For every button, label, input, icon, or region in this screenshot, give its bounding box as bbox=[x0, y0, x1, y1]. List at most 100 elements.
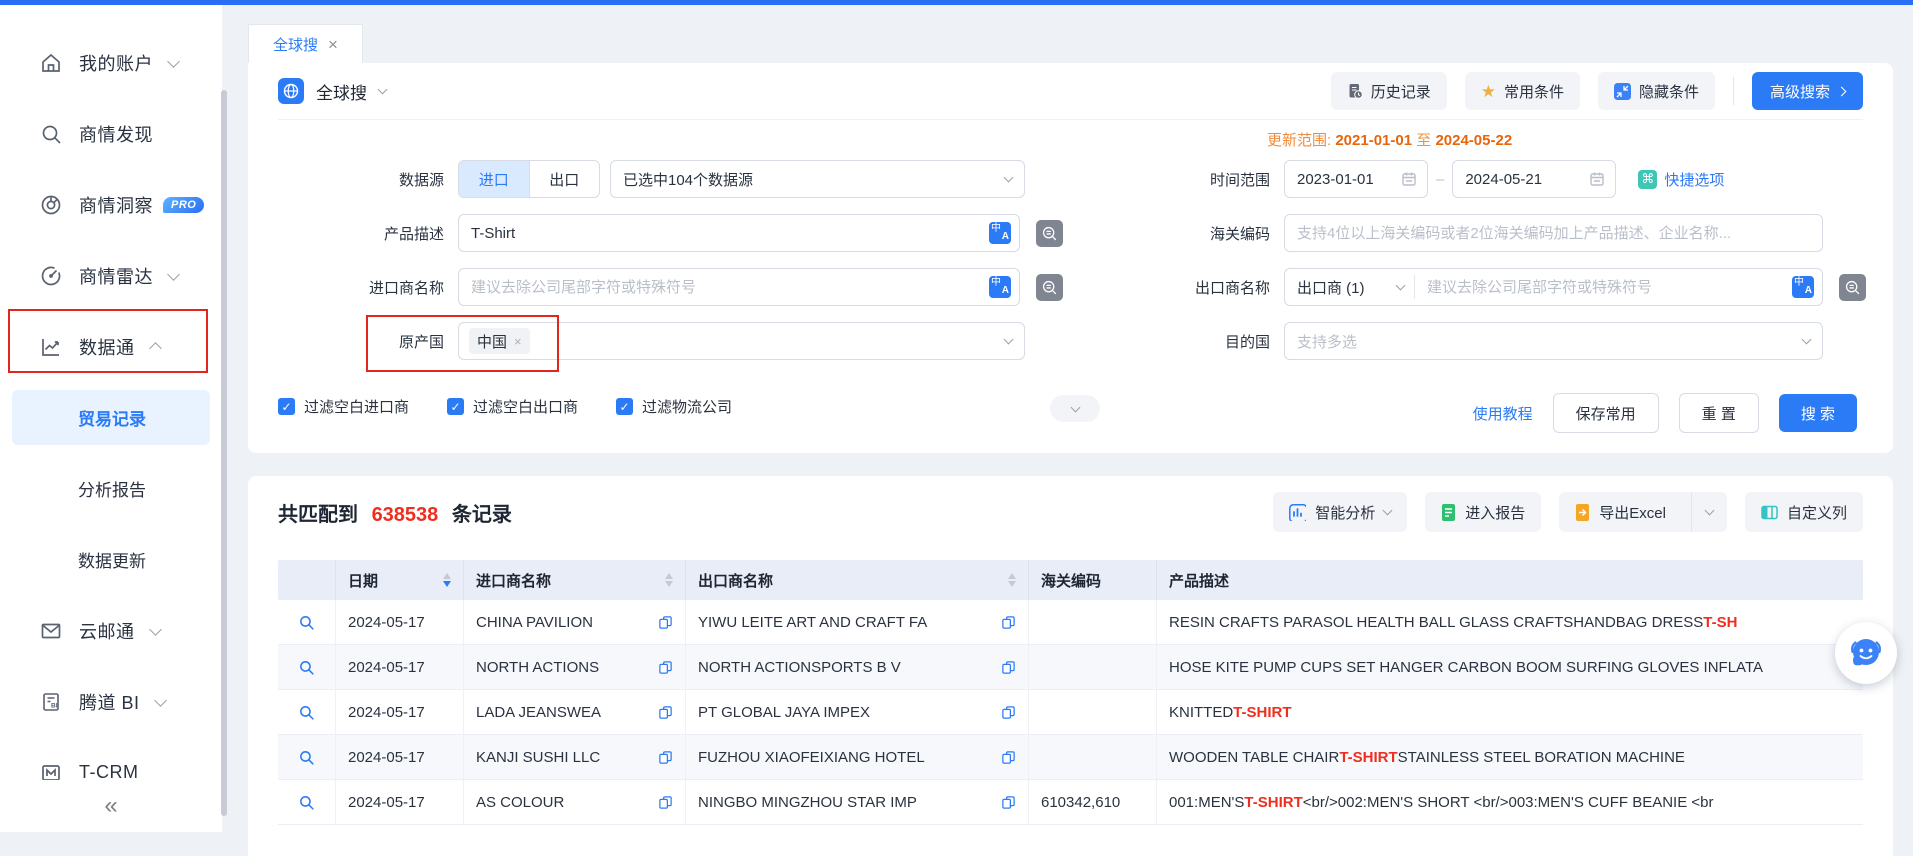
copy-icon[interactable] bbox=[658, 795, 673, 810]
row-detail-search-button[interactable] bbox=[278, 645, 336, 689]
checkbox-label: 过滤空白进口商 bbox=[304, 399, 410, 416]
row-exporter[interactable]: PT GLOBAL JAYA IMPEX bbox=[686, 690, 1029, 734]
close-icon[interactable]: × bbox=[328, 35, 338, 55]
sort-icon[interactable] bbox=[665, 573, 673, 587]
results-panel: 共匹配到 638538 条记录 智能分析 进入报告 导出Excel 自定义列 日… bbox=[248, 476, 1893, 856]
favorite-conditions-button[interactable]: ★ 常用条件 bbox=[1464, 72, 1580, 110]
copy-icon[interactable] bbox=[1001, 705, 1016, 720]
exporter-input[interactable] bbox=[1415, 278, 1792, 296]
tutorial-link[interactable]: 使用教程 bbox=[1473, 403, 1533, 424]
row-detail-search-button[interactable] bbox=[278, 690, 336, 734]
row-date: 2024-05-17 bbox=[336, 735, 464, 779]
export-excel-main[interactable]: 导出Excel bbox=[1559, 492, 1682, 532]
similar-search-icon[interactable] bbox=[1036, 219, 1063, 247]
copy-icon[interactable] bbox=[1001, 615, 1016, 630]
sidebar-item-data-update[interactable]: 数据更新 bbox=[0, 524, 222, 595]
header-hs-code: 海关编码 bbox=[1029, 560, 1157, 600]
similar-search-icon[interactable] bbox=[1839, 273, 1866, 301]
date-end-picker[interactable]: 2024-05-21 bbox=[1452, 160, 1617, 198]
date-start-picker[interactable]: 2023-01-01 bbox=[1284, 160, 1428, 198]
row-detail-search-button[interactable] bbox=[278, 735, 336, 779]
sidebar-item-data-hub[interactable]: 数据通 bbox=[0, 311, 222, 382]
enter-report-button[interactable]: 进入报告 bbox=[1425, 492, 1542, 532]
row-importer[interactable]: AS COLOUR bbox=[464, 780, 686, 824]
advanced-search-button[interactable]: 高级搜索 bbox=[1751, 72, 1863, 110]
header-label: 出口商名称 bbox=[698, 572, 774, 590]
product-desc-input[interactable] bbox=[459, 224, 989, 242]
header-exporter[interactable]: 出口商名称 bbox=[686, 560, 1029, 600]
import-export-toggle[interactable]: 进口 出口 bbox=[458, 160, 600, 198]
quick-options-link[interactable]: ⌘ 快捷选项 bbox=[1638, 169, 1724, 190]
sidebar-item-discovery[interactable]: 商情发现 bbox=[0, 98, 222, 169]
copy-icon[interactable] bbox=[658, 750, 673, 765]
sidebar-item-bi[interactable]: BI 腾道 BI bbox=[0, 666, 222, 737]
copy-icon[interactable] bbox=[1001, 660, 1016, 675]
checkbox-filter-logistics[interactable]: ✓ 过滤物流公司 bbox=[616, 396, 732, 417]
exporter-type-select[interactable]: 出口商 (1) bbox=[1285, 275, 1415, 299]
checkbox-filter-blank-exporter[interactable]: ✓ 过滤空白出口商 bbox=[447, 396, 578, 417]
sidebar-item-analysis-report[interactable]: 分析报告 bbox=[0, 453, 222, 524]
reset-button[interactable]: 重 置 bbox=[1678, 393, 1759, 433]
hide-label: 隐藏条件 bbox=[1638, 83, 1699, 101]
sidebar-item-trade-records[interactable]: 贸易记录 bbox=[0, 382, 222, 453]
header-importer[interactable]: 进口商名称 bbox=[464, 560, 686, 600]
origin-country-select[interactable]: 中国 × bbox=[458, 322, 1025, 360]
checkbox-filter-blank-importer[interactable]: ✓ 过滤空白进口商 bbox=[278, 396, 409, 417]
hs-code-input[interactable] bbox=[1285, 224, 1822, 242]
row-importer[interactable]: NORTH ACTIONS bbox=[464, 645, 686, 689]
row-exporter[interactable]: NORTH ACTIONSPORTS B V bbox=[686, 645, 1029, 689]
copy-icon[interactable] bbox=[658, 705, 673, 720]
save-conditions-button[interactable]: 保存常用 bbox=[1552, 393, 1659, 433]
toggle-export[interactable]: 出口 bbox=[528, 161, 600, 197]
tab-global-search[interactable]: 全球搜 × bbox=[248, 24, 363, 64]
toggle-import[interactable]: 进口 bbox=[459, 161, 529, 197]
sidebar-item-my-account[interactable]: 我的账户 bbox=[0, 27, 222, 98]
row-detail-search-button[interactable] bbox=[278, 600, 336, 644]
sidebar-nav: 我的账户 商情发现 商情洞察 PRO 商情雷达 数据通 贸易记录 分析报告 数据… bbox=[0, 5, 222, 808]
row-exporter[interactable]: YIWU LEITE ART AND CRAFT FA bbox=[686, 600, 1029, 644]
sidebar-scrollbar[interactable] bbox=[221, 90, 227, 816]
copy-icon[interactable] bbox=[658, 660, 673, 675]
sidebar-item-radar[interactable]: 商情雷达 bbox=[0, 240, 222, 311]
similar-search-icon[interactable] bbox=[1036, 273, 1063, 301]
hide-conditions-button[interactable]: 隐藏条件 bbox=[1597, 72, 1715, 110]
translate-icon[interactable]: 中A bbox=[1792, 276, 1814, 298]
search-icon bbox=[38, 122, 64, 146]
history-button[interactable]: 历史记录 bbox=[1330, 72, 1447, 110]
row-importer[interactable]: KANJI SUSHI LLC bbox=[464, 735, 686, 779]
row-exporter[interactable]: NINGBO MINGZHOU STAR IMP bbox=[686, 780, 1029, 824]
sidebar-item-label: 商情洞察 bbox=[79, 195, 153, 216]
data-source-label: 数据源 bbox=[398, 171, 444, 189]
search-panel-title[interactable]: 全球搜 bbox=[278, 78, 388, 104]
customize-columns-button[interactable]: 自定义列 bbox=[1744, 492, 1863, 532]
export-options-button[interactable] bbox=[1690, 492, 1727, 532]
translate-icon[interactable]: 中A bbox=[989, 222, 1011, 244]
row-hs-code bbox=[1029, 600, 1157, 644]
row-importer[interactable]: CHINA PAVILION bbox=[464, 600, 686, 644]
collapse-sidebar-button[interactable]: « bbox=[104, 794, 117, 818]
destination-select[interactable]: 支持多选 bbox=[1284, 322, 1823, 360]
destination-placeholder: 支持多选 bbox=[1297, 333, 1358, 351]
smart-analysis-button[interactable]: 智能分析 bbox=[1273, 492, 1408, 532]
tag-close-icon[interactable]: × bbox=[514, 334, 522, 349]
sidebar-item-insight[interactable]: 商情洞察 PRO bbox=[0, 169, 222, 240]
row-detail-search-button[interactable] bbox=[278, 780, 336, 824]
summary-prefix: 共匹配到 bbox=[278, 504, 358, 526]
sidebar-item-label: 数据通 bbox=[79, 337, 135, 358]
copy-icon[interactable] bbox=[658, 615, 673, 630]
copy-icon[interactable] bbox=[1001, 750, 1016, 765]
row-exporter[interactable]: FUZHOU XIAOFEIXIANG HOTEL bbox=[686, 735, 1029, 779]
sort-icon[interactable] bbox=[443, 573, 451, 587]
customer-service-chat-button[interactable] bbox=[1835, 622, 1897, 684]
importer-input[interactable] bbox=[459, 278, 989, 296]
sidebar-item-cloud-mail[interactable]: 云邮通 bbox=[0, 595, 222, 666]
search-button[interactable]: 搜 索 bbox=[1778, 394, 1857, 432]
date-start-value: 2023-01-01 bbox=[1297, 170, 1374, 188]
translate-icon[interactable]: 中A bbox=[989, 276, 1011, 298]
copy-icon[interactable] bbox=[1001, 795, 1016, 810]
header-date[interactable]: 日期 bbox=[336, 560, 464, 600]
row-importer[interactable]: LADA JEANSWEA bbox=[464, 690, 686, 734]
sort-icon[interactable] bbox=[1008, 573, 1016, 587]
expand-conditions-button[interactable] bbox=[1050, 395, 1100, 422]
data-source-select[interactable]: 已选中104个数据源 bbox=[610, 160, 1025, 198]
